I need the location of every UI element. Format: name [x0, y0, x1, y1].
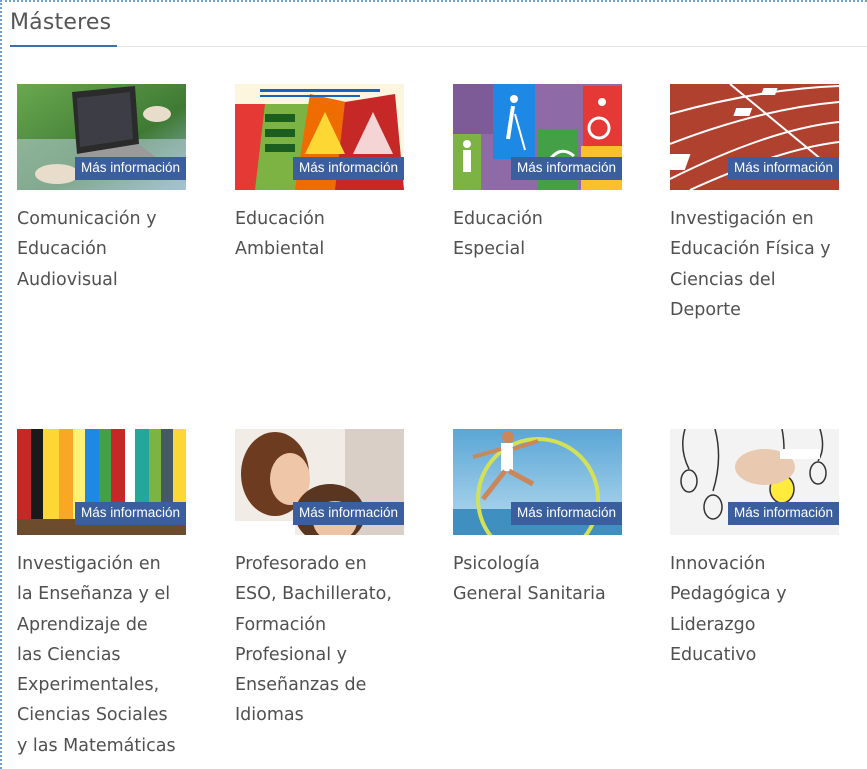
master-card-psicologia: Más información Psicología General Sanit…: [453, 429, 653, 610]
master-card-ambiental: Más información Educación Ambiental: [235, 84, 435, 265]
more-info-badge[interactable]: Más información: [510, 157, 622, 180]
master-title[interactable]: Investigación en la Enseñanza y el Apren…: [17, 549, 207, 761]
master-image-link[interactable]: Más información: [17, 84, 186, 190]
title-underline: [10, 45, 117, 47]
master-card-profesorado: Más información Profesorado en ESO, Bach…: [235, 429, 435, 731]
more-info-badge[interactable]: Más información: [74, 157, 186, 180]
more-info-badge[interactable]: Más información: [74, 502, 186, 525]
more-info-badge[interactable]: Más información: [727, 502, 839, 525]
master-image-link[interactable]: Más información: [670, 84, 839, 190]
master-image-link[interactable]: Más información: [453, 429, 622, 535]
more-info-badge[interactable]: Más información: [292, 157, 404, 180]
master-card-especial: Más información Educación Especial: [453, 84, 653, 265]
master-title[interactable]: Psicología General Sanitaria: [453, 549, 643, 610]
master-card-innovacion: Más información Innovación Pedagógica y …: [670, 429, 867, 670]
master-image-link[interactable]: Más información: [235, 429, 404, 535]
master-card-ciencias: Más información Investigación en la Ense…: [17, 429, 217, 761]
master-card-comunicacion: Más información Comunicación y Educación…: [17, 84, 217, 295]
master-title[interactable]: Comunicación y Educación Audiovisual: [17, 204, 207, 295]
more-info-badge[interactable]: Más información: [292, 502, 404, 525]
master-image-link[interactable]: Más información: [453, 84, 622, 190]
master-title[interactable]: Innovación Pedagógica y Liderazgo Educat…: [670, 549, 860, 670]
more-info-badge[interactable]: Más información: [727, 157, 839, 180]
title-divider: [117, 46, 867, 47]
more-info-badge[interactable]: Más información: [510, 502, 622, 525]
master-title[interactable]: Educación Especial: [453, 204, 643, 265]
master-image-link[interactable]: Más información: [670, 429, 839, 535]
master-title[interactable]: Investigación en Educación Física y Cien…: [670, 204, 860, 325]
master-card-deporte: Más información Investigación en Educaci…: [670, 84, 867, 325]
master-title[interactable]: Profesorado en ESO, Bachillerato, Formac…: [235, 549, 425, 731]
section-title: Másteres: [10, 10, 112, 35]
master-title[interactable]: Educación Ambiental: [235, 204, 425, 265]
master-image-link[interactable]: Más información: [17, 429, 186, 535]
master-image-link[interactable]: Más información: [235, 84, 404, 190]
